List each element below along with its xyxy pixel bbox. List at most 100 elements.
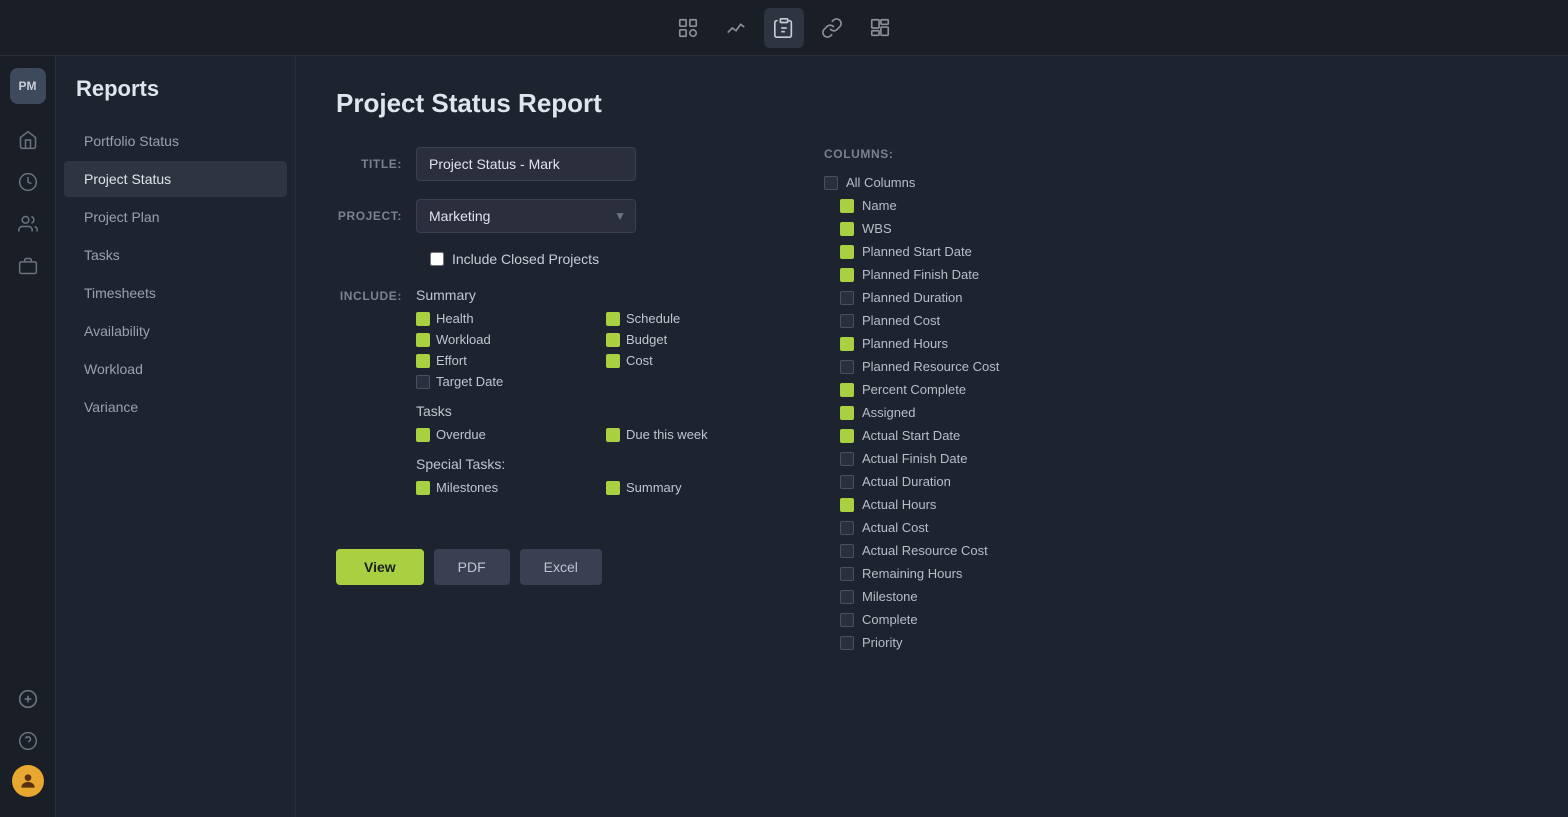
title-input[interactable] — [416, 147, 636, 181]
sidebar-item-project-status[interactable]: Project Status — [64, 161, 287, 197]
include-closed-row: Include Closed Projects — [430, 251, 776, 267]
col-planned-cost-label: Planned Cost — [862, 313, 940, 328]
col-milestone-label: Milestone — [862, 589, 918, 604]
col-percent-complete-checkbox[interactable] — [840, 383, 854, 397]
nav-clock-btn[interactable] — [10, 164, 46, 200]
project-select[interactable]: Marketing Development Design Sales — [416, 199, 636, 233]
col-milestone-checkbox[interactable] — [840, 590, 854, 604]
col-assigned: Assigned — [824, 401, 1524, 424]
toolbar-chart-btn[interactable] — [716, 8, 756, 48]
sidebar-item-project-plan[interactable]: Project Plan — [64, 199, 287, 235]
target-date-label: Target Date — [436, 374, 503, 389]
nav-add-btn[interactable] — [10, 681, 46, 717]
col-complete-label: Complete — [862, 612, 918, 627]
form-left: TITLE: PROJECT: Marketing Development De… — [336, 147, 776, 654]
columns-label: COLUMNS: — [824, 147, 1528, 161]
col-planned-duration-checkbox[interactable] — [840, 291, 854, 305]
include-milestones: Milestones — [416, 480, 586, 495]
sidebar-item-portfolio-status[interactable]: Portfolio Status — [64, 123, 287, 159]
col-planned-hours: Planned Hours — [824, 332, 1524, 355]
main-layout: PM — [0, 56, 1568, 817]
col-remaining-hours-checkbox[interactable] — [840, 567, 854, 581]
toolbar-layout-btn[interactable] — [860, 8, 900, 48]
sidebar-item-workload[interactable]: Workload — [64, 351, 287, 387]
include-workload: Workload — [416, 332, 586, 347]
include-cost: Cost — [606, 353, 776, 368]
col-name-label: Name — [862, 198, 897, 213]
col-planned-resource-cost-checkbox[interactable] — [840, 360, 854, 374]
col-actual-hours-label: Actual Hours — [862, 497, 936, 512]
col-percent-complete: Percent Complete — [824, 378, 1524, 401]
main-content: Project Status Report TITLE: PROJECT: Ma… — [296, 56, 1568, 817]
col-all-columns-checkbox[interactable] — [824, 176, 838, 190]
col-remaining-hours-label: Remaining Hours — [862, 566, 962, 581]
summary-checkbox[interactable] — [606, 481, 620, 495]
col-actual-duration: Actual Duration — [824, 470, 1524, 493]
col-milestone: Milestone — [824, 585, 1524, 608]
col-name-checkbox[interactable] — [840, 199, 854, 213]
col-actual-finish-checkbox[interactable] — [840, 452, 854, 466]
include-health: Health — [416, 311, 586, 326]
sidebar-item-timesheets[interactable]: Timesheets — [64, 275, 287, 311]
col-actual-finish-date: Actual Finish Date — [824, 447, 1524, 470]
user-avatar[interactable] — [12, 765, 44, 797]
col-actual-start-label: Actual Start Date — [862, 428, 960, 443]
col-complete-checkbox[interactable] — [840, 613, 854, 627]
col-planned-cost-checkbox[interactable] — [840, 314, 854, 328]
excel-button[interactable]: Excel — [520, 549, 602, 585]
target-date-checkbox[interactable] — [416, 375, 430, 389]
col-actual-start-checkbox[interactable] — [840, 429, 854, 443]
toolbar-link-btn[interactable] — [812, 8, 852, 48]
nav-home-btn[interactable] — [10, 122, 46, 158]
sidebar-item-tasks[interactable]: Tasks — [64, 237, 287, 273]
schedule-checkbox[interactable] — [606, 312, 620, 326]
pdf-button[interactable]: PDF — [434, 549, 510, 585]
columns-scroll[interactable]: All Columns Name WBS Planned Start Date — [824, 171, 1528, 654]
summary-group-title: Summary — [416, 287, 776, 303]
toolbar-clipboard-btn[interactable] — [764, 8, 804, 48]
icon-sidebar: PM — [0, 56, 56, 817]
milestones-checkbox[interactable] — [416, 481, 430, 495]
col-planned-cost: Planned Cost — [824, 309, 1524, 332]
col-actual-hours-checkbox[interactable] — [840, 498, 854, 512]
col-planned-start-checkbox[interactable] — [840, 245, 854, 259]
nav-help-btn[interactable] — [10, 723, 46, 759]
special-tasks-group-title: Special Tasks: — [416, 456, 776, 472]
col-planned-finish-checkbox[interactable] — [840, 268, 854, 282]
cost-checkbox[interactable] — [606, 354, 620, 368]
toolbar-scan-btn[interactable] — [668, 8, 708, 48]
title-label: TITLE: — [336, 157, 416, 171]
include-closed-checkbox[interactable] — [430, 252, 444, 266]
summary-label: Summary — [626, 480, 682, 495]
include-target-date: Target Date — [416, 374, 586, 389]
workload-checkbox[interactable] — [416, 333, 430, 347]
col-planned-hours-label: Planned Hours — [862, 336, 948, 351]
title-row: TITLE: — [336, 147, 776, 181]
col-actual-cost-checkbox[interactable] — [840, 521, 854, 535]
overdue-checkbox[interactable] — [416, 428, 430, 442]
col-wbs-checkbox[interactable] — [840, 222, 854, 236]
col-planned-hours-checkbox[interactable] — [840, 337, 854, 351]
workload-label: Workload — [436, 332, 491, 347]
effort-checkbox[interactable] — [416, 354, 430, 368]
nav-projects-btn[interactable] — [10, 248, 46, 284]
col-assigned-label: Assigned — [862, 405, 915, 420]
health-checkbox[interactable] — [416, 312, 430, 326]
include-overdue: Overdue — [416, 427, 586, 442]
sidebar-item-variance[interactable]: Variance — [64, 389, 287, 425]
col-assigned-checkbox[interactable] — [840, 406, 854, 420]
due-this-week-checkbox[interactable] — [606, 428, 620, 442]
nav-users-btn[interactable] — [10, 206, 46, 242]
col-actual-duration-checkbox[interactable] — [840, 475, 854, 489]
col-planned-duration: Planned Duration — [824, 286, 1524, 309]
include-label: INCLUDE: — [336, 287, 416, 303]
view-button[interactable]: View — [336, 549, 424, 585]
project-select-wrapper: Marketing Development Design Sales ▼ — [416, 199, 636, 233]
effort-label: Effort — [436, 353, 467, 368]
milestones-label: Milestones — [436, 480, 498, 495]
sidebar-item-availability[interactable]: Availability — [64, 313, 287, 349]
budget-checkbox[interactable] — [606, 333, 620, 347]
col-actual-resource-cost-checkbox[interactable] — [840, 544, 854, 558]
col-actual-cost: Actual Cost — [824, 516, 1524, 539]
col-priority-checkbox[interactable] — [840, 636, 854, 650]
